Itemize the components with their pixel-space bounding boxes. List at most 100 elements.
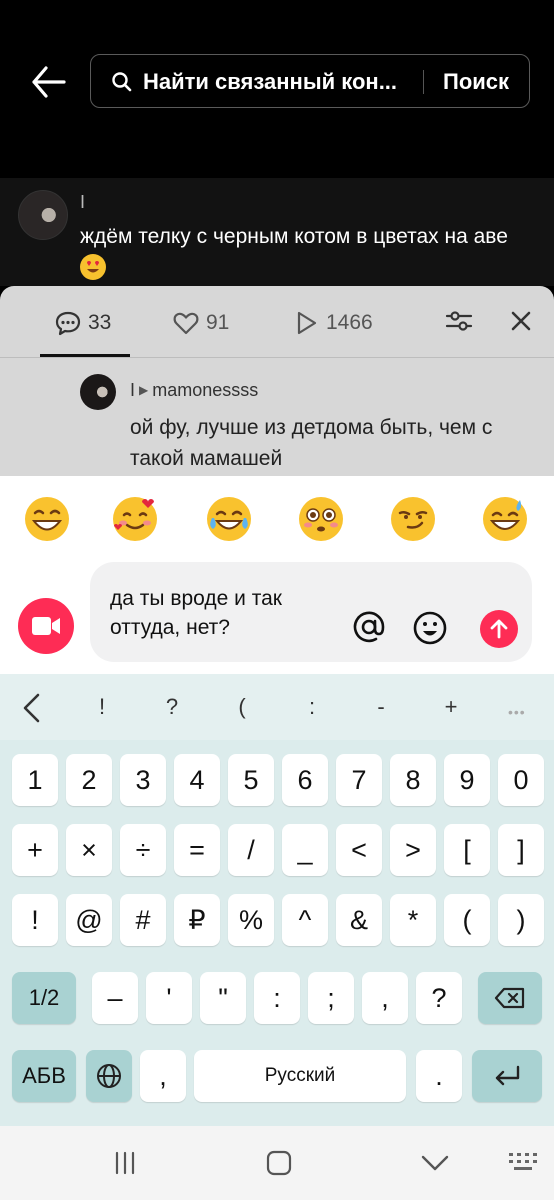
search-button[interactable]: Поиск	[443, 69, 509, 95]
parent-comment: I ждём телку с черным котом в цветах на …	[0, 178, 554, 286]
key[interactable]: ^	[282, 894, 328, 946]
heart-icon	[173, 312, 199, 335]
search-divider	[423, 70, 424, 94]
tears-of-joy-emoji-icon[interactable]	[206, 496, 252, 542]
reply-author[interactable]: I	[130, 380, 135, 400]
symbols-page-key[interactable]: 1/2	[12, 972, 76, 1024]
keyboard-toolbar: ! ? ( : - + •••	[0, 674, 554, 740]
comment-username[interactable]: I	[80, 192, 85, 213]
toolbar-back-icon[interactable]	[20, 692, 44, 724]
toolbar-key[interactable]: :	[297, 694, 327, 720]
key[interactable]: ]	[498, 824, 544, 876]
reply-arrow-icon: ▶	[139, 383, 149, 397]
tabs-divider	[0, 357, 554, 358]
top-bar: Найти связанный кон... Поиск	[0, 0, 554, 178]
search-icon	[111, 71, 133, 93]
close-icon[interactable]	[506, 306, 536, 336]
key[interactable]: 0	[498, 754, 544, 806]
video-camera-icon	[32, 617, 60, 635]
key[interactable]: 6	[282, 754, 328, 806]
smirk-emoji-icon[interactable]	[390, 496, 436, 542]
search-input[interactable]: Найти связанный кон...	[143, 69, 397, 95]
key[interactable]: ;	[308, 972, 354, 1024]
emoji-quick-bar	[0, 476, 554, 560]
tab-likes[interactable]: 91	[172, 308, 229, 338]
key[interactable]: !	[12, 894, 58, 946]
toolbar-key[interactable]: -	[366, 694, 396, 720]
key[interactable]: (	[444, 894, 490, 946]
search-bar[interactable]: Найти связанный кон... Поиск	[90, 54, 530, 108]
key[interactable]: >	[390, 824, 436, 876]
key[interactable]: &	[336, 894, 382, 946]
key[interactable]: ÷	[120, 824, 166, 876]
grinning-emoji-icon[interactable]	[24, 496, 70, 542]
tab-views[interactable]: 1466	[292, 308, 373, 338]
key[interactable]: #	[120, 894, 166, 946]
enter-key[interactable]	[472, 1050, 542, 1102]
back-arrow-icon[interactable]	[30, 62, 66, 102]
key[interactable]: /	[228, 824, 274, 876]
key[interactable]: _	[282, 824, 328, 876]
key[interactable]: 2	[66, 754, 112, 806]
toolbar-key[interactable]: ?	[157, 694, 187, 720]
reply-to-username[interactable]: mamonessss	[152, 380, 258, 400]
recent-apps-icon[interactable]	[112, 1150, 138, 1176]
comment-input[interactable]: да ты вроде и так оттуда, нет?	[90, 562, 532, 662]
key[interactable]: 1	[12, 754, 58, 806]
key[interactable]: 3	[120, 754, 166, 806]
key[interactable]: ×	[66, 824, 112, 876]
key[interactable]: 4	[174, 754, 220, 806]
tab-comments[interactable]: 33	[54, 308, 111, 338]
play-icon	[297, 311, 317, 335]
keyboard-switch-icon[interactable]	[508, 1152, 538, 1174]
avatar[interactable]	[18, 190, 68, 240]
globe-icon	[97, 1064, 121, 1088]
key[interactable]: '	[146, 972, 192, 1024]
key[interactable]: ?	[416, 972, 462, 1024]
send-button[interactable]	[480, 610, 518, 648]
key[interactable]: =	[174, 824, 220, 876]
key[interactable]: –	[92, 972, 138, 1024]
globe-key[interactable]	[86, 1050, 132, 1102]
key[interactable]: )	[498, 894, 544, 946]
avatar[interactable]	[80, 374, 116, 410]
hide-keyboard-chevron-icon[interactable]	[420, 1152, 450, 1174]
key[interactable]: <	[336, 824, 382, 876]
backspace-key[interactable]	[478, 972, 542, 1024]
system-nav-bar	[0, 1126, 554, 1200]
key[interactable]: @	[66, 894, 112, 946]
key[interactable]: 9	[444, 754, 490, 806]
key[interactable]: ₽	[174, 894, 220, 946]
space-key[interactable]: Русский	[194, 1050, 406, 1102]
flushed-emoji-icon[interactable]	[298, 496, 344, 542]
comments-panel: 33 91 1466 I ▶ mamonessss ой фу, лучше из …	[0, 286, 554, 476]
key[interactable]: +	[12, 824, 58, 876]
mention-at-icon[interactable]	[352, 610, 386, 644]
period-key[interactable]: .	[416, 1050, 462, 1102]
home-icon[interactable]	[266, 1150, 292, 1176]
key[interactable]: [	[444, 824, 490, 876]
comma-key[interactable]: ,	[140, 1050, 186, 1102]
toolbar-key[interactable]: +	[436, 694, 466, 720]
sweat-smile-emoji-icon[interactable]	[482, 496, 528, 542]
key[interactable]: %	[228, 894, 274, 946]
toolbar-key[interactable]: (	[227, 694, 257, 720]
comment-input-row: да ты вроде и так оттуда, нет?	[0, 560, 554, 674]
comment-text: ждём телку с черным котом в цветах на ав…	[80, 222, 540, 282]
more-options-icon[interactable]: •••	[508, 704, 526, 720]
key[interactable]: :	[254, 972, 300, 1024]
key[interactable]: *	[390, 894, 436, 946]
filter-icon[interactable]	[444, 306, 474, 336]
key[interactable]: "	[200, 972, 246, 1024]
comment-input-text[interactable]: да ты вроде и так оттуда, нет?	[110, 584, 340, 642]
smiling-hearts-emoji-icon[interactable]	[112, 496, 158, 542]
toolbar-key[interactable]: !	[87, 694, 117, 720]
key[interactable]: ,	[362, 972, 408, 1024]
key[interactable]: 8	[390, 754, 436, 806]
key[interactable]: 7	[336, 754, 382, 806]
key[interactable]: 5	[228, 754, 274, 806]
views-count: 1466	[326, 311, 373, 334]
language-switch-key[interactable]: АБВ	[12, 1050, 76, 1102]
emoji-picker-icon[interactable]	[412, 610, 448, 646]
video-reply-button[interactable]	[18, 598, 74, 654]
